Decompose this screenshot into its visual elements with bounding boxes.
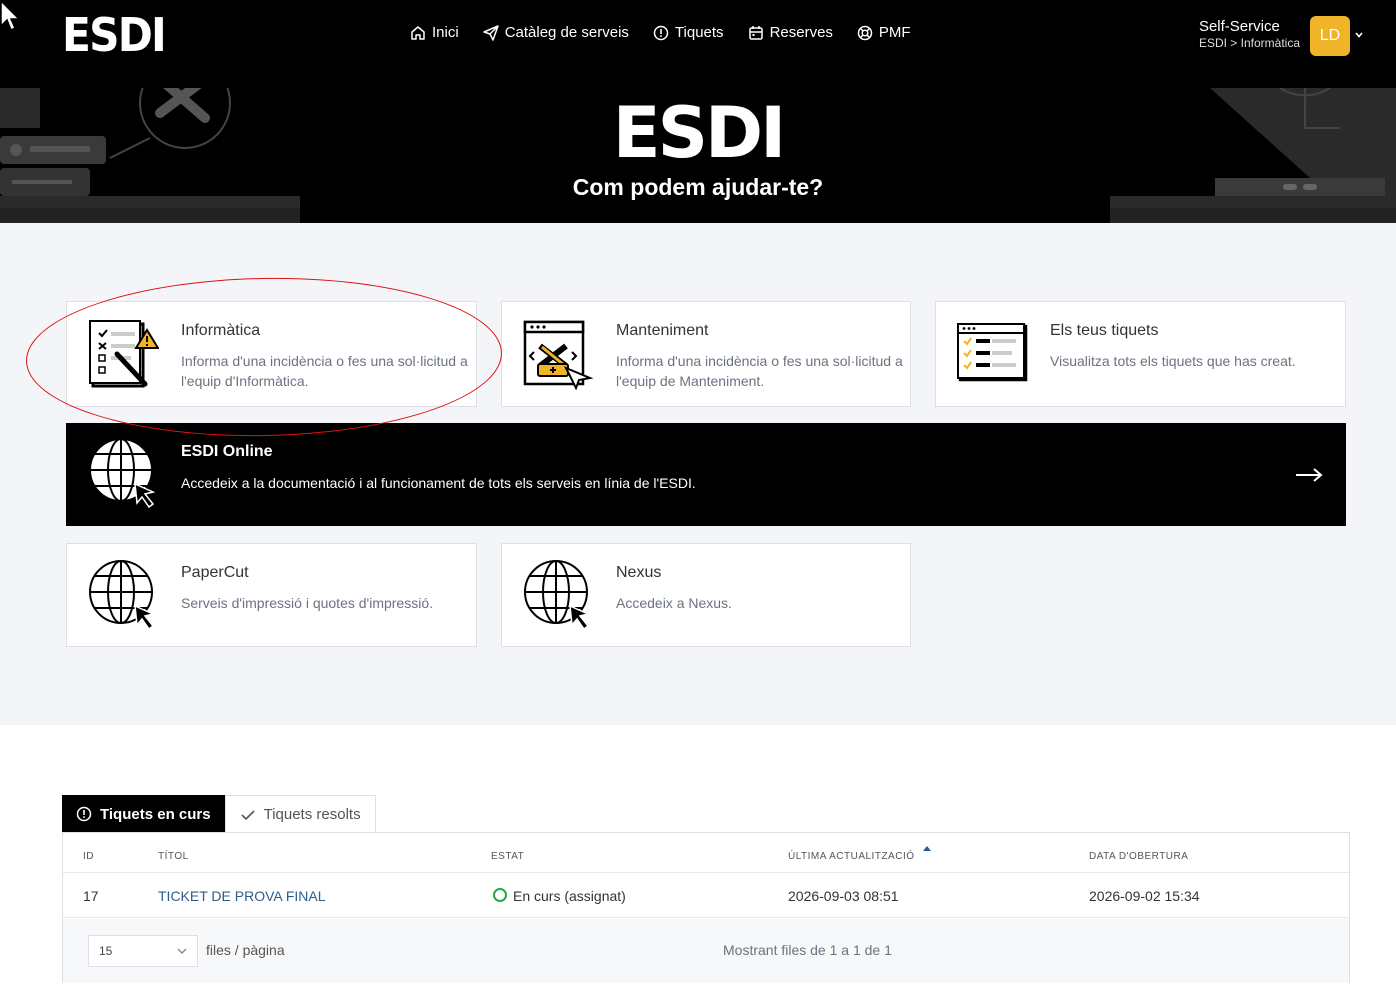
mouse-cursor-icon	[0, 0, 21, 32]
logo[interactable]: ESDI	[62, 8, 167, 62]
nav-reserves-label: Reserves	[769, 24, 833, 41]
tickets-table: ID TÍTOL ESTAT ÚLTIMA ACTUALITZACIÓ DATA…	[62, 832, 1350, 983]
tools-window-icon	[523, 320, 594, 390]
card-nexus-title: Nexus	[616, 564, 662, 581]
ticket-list-icon	[957, 323, 1028, 382]
service-cards: Informàtica Informa d'una incidència o f…	[0, 223, 1396, 725]
globe-cursor-icon	[89, 438, 156, 509]
nav-inici-label: Inici	[432, 24, 459, 41]
tab-resolts-label: Tiquets resolts	[263, 806, 361, 823]
avatar[interactable]: LD	[1310, 16, 1350, 56]
pagination-info: Mostrant files de 1 a 1 de 1	[723, 942, 892, 958]
nav-reserves[interactable]: Reserves	[748, 24, 833, 41]
table-footer: 15 files / pàgina Mostrant files de 1 a …	[63, 919, 1349, 983]
nav-pmf[interactable]: PMF	[857, 24, 911, 41]
card-manteniment[interactable]: Manteniment Informa d'una incidència o f…	[501, 301, 911, 407]
tab-tiquets-en-curs[interactable]: Tiquets en curs	[62, 795, 225, 833]
user-info[interactable]: Self-Service ESDI > Informàtica	[1199, 18, 1300, 50]
col-id[interactable]: ID	[83, 851, 94, 862]
nav-inici[interactable]: Inici	[410, 24, 459, 41]
col-estat[interactable]: ESTAT	[491, 851, 524, 862]
nav-cataleg-label: Catàleg de serveis	[504, 24, 629, 41]
lifebuoy-icon	[857, 25, 873, 40]
table-header: ID TÍTOL ESTAT ÚLTIMA ACTUALITZACIÓ DATA…	[63, 833, 1349, 873]
cell-title[interactable]: TICKET DE PROVA FINAL	[158, 888, 326, 904]
hero-subtitle: Com podem ajudar-te?	[572, 174, 824, 200]
nav-tiquets-label: Tiquets	[674, 24, 724, 41]
card-manteniment-title: Manteniment	[616, 322, 709, 339]
home-icon	[411, 25, 425, 40]
card-online-desc: Accedeix a la documentació i al funciona…	[181, 475, 696, 491]
checklist-warning-icon	[89, 320, 159, 388]
card-papercut-desc: Serveis d'impressió i quotes d'impressió…	[181, 595, 433, 611]
tab-tiquets-resolts[interactable]: Tiquets resolts	[224, 795, 376, 833]
sort-asc-icon	[923, 846, 931, 851]
main-nav: Inici Catàleg de serveis Tiquets Reserve…	[410, 24, 911, 41]
cell-status-label: En curs (assignat)	[513, 888, 626, 904]
cell-id: 17	[83, 888, 99, 904]
col-titol[interactable]: TÍTOL	[158, 851, 189, 862]
card-nexus-desc: Accedeix a Nexus.	[616, 595, 732, 611]
user-path: ESDI > Informàtica	[1198, 36, 1300, 50]
card-papercut[interactable]: PaperCut Serveis d'impressió i quotes d'…	[66, 543, 477, 647]
ticket-tabs: Tiquets en curs Tiquets resolts	[62, 795, 376, 833]
user-name: Self-Service	[1198, 18, 1280, 35]
tab-en-curs-label: Tiquets en curs	[100, 805, 211, 823]
col-ultima-label: ÚLTIMA ACTUALITZACIÓ	[788, 851, 915, 862]
alert-circle-icon	[76, 806, 92, 822]
nav-cataleg[interactable]: Catàleg de serveis	[482, 24, 629, 41]
card-informatica-title: Informàtica	[181, 322, 261, 339]
alert-circle-icon	[653, 25, 669, 40]
per-page-label: files / pàgina	[206, 942, 285, 958]
card-informatica[interactable]: Informàtica Informa d'una incidència o f…	[66, 301, 477, 407]
col-data-obertura[interactable]: DATA D'OBERTURA	[1089, 851, 1188, 862]
table-row[interactable]: 17 TICKET DE PROVA FINAL En curs (assign…	[63, 874, 1349, 918]
card-papercut-title: PaperCut	[181, 564, 249, 581]
card-manteniment-desc: Informa d'una incidència o fes una sol·l…	[616, 353, 903, 389]
globe-cursor-icon	[89, 560, 156, 631]
cell-opened: 2026-09-02 15:34	[1089, 888, 1200, 904]
globe-cursor-icon	[524, 560, 591, 631]
nav-tiquets[interactable]: Tiquets	[653, 24, 724, 41]
status-circle-icon	[493, 888, 507, 902]
card-online-title: ESDI Online	[181, 443, 273, 460]
cell-updated: 2026-09-03 08:51	[788, 888, 899, 904]
paper-plane-icon	[482, 24, 499, 41]
card-nexus[interactable]: Nexus Accedeix a Nexus.	[501, 543, 911, 647]
arrow-right-icon[interactable]	[1295, 466, 1323, 484]
card-esdi-online[interactable]: ESDI Online Accedeix a la documentació i…	[66, 423, 1346, 526]
page-size-value: 15	[99, 944, 113, 958]
card-els-teus-tiquets[interactable]: Els teus tiquets Visualitza tots els tiq…	[935, 301, 1346, 407]
card-informatica-desc: Informa d'una incidència o fes una sol·l…	[181, 353, 468, 389]
cell-status: En curs (assignat)	[493, 888, 626, 904]
check-icon	[241, 809, 255, 820]
chevron-down-icon[interactable]	[1354, 30, 1364, 40]
col-ultima-actualitzacio[interactable]: ÚLTIMA ACTUALITZACIÓ	[788, 846, 931, 862]
nav-pmf-label: PMF	[878, 24, 911, 41]
card-tiquets-desc: Visualitza tots els tiquets que has crea…	[1050, 353, 1296, 369]
page-size-select[interactable]: 15	[88, 935, 198, 967]
hero-title: ESDI	[612, 92, 786, 174]
calendar-icon	[748, 25, 763, 40]
card-tiquets-title: Els teus tiquets	[1050, 322, 1159, 339]
header: ESDI Inici Catàleg de serveis Tiquets Re…	[0, 0, 1396, 223]
chevron-down-icon	[177, 948, 187, 954]
